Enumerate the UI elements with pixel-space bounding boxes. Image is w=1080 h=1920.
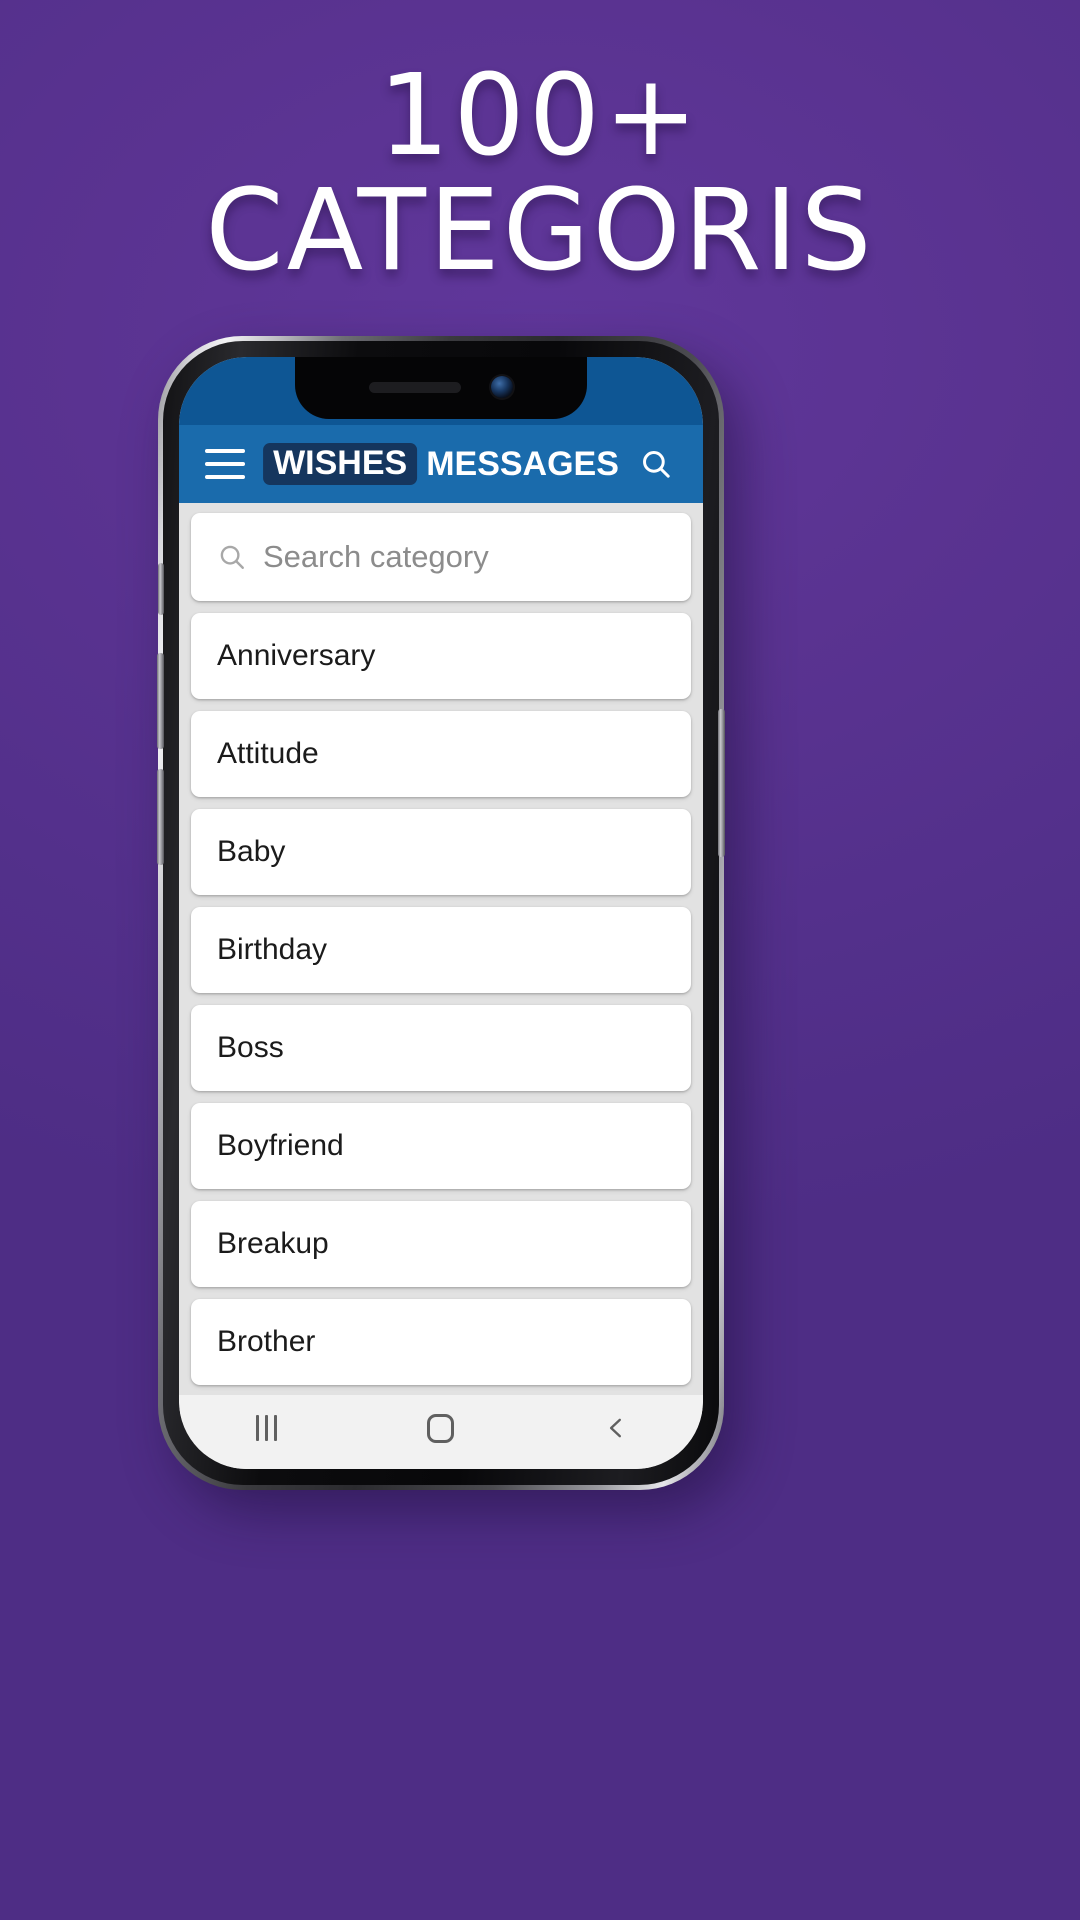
headline-line-2: CATEGORIS <box>205 165 875 296</box>
android-navigation-bar <box>179 1395 703 1469</box>
recents-bar <box>264 1415 268 1441</box>
recents-bar <box>255 1415 259 1441</box>
app-title: WISHES MESSAGES <box>263 443 619 485</box>
app-title-badge: WISHES <box>263 443 418 485</box>
category-label: Anniversary <box>217 639 376 672</box>
phone-screen: WISHES MESSAGES Search category Annivers… <box>179 357 703 1469</box>
category-label: Boss <box>217 1031 284 1064</box>
phone-inner-frame: WISHES MESSAGES Search category Annivers… <box>157 341 725 1485</box>
category-label: Birthday <box>217 933 328 966</box>
search-input[interactable]: Search category <box>191 513 691 601</box>
promo-stage: 100+ CATEGORIS WISHES MESSAGES Search ca… <box>0 0 1080 1920</box>
front-camera-icon <box>491 376 513 398</box>
phone-bezel: WISHES MESSAGES Search category Annivers… <box>179 357 703 1469</box>
category-label: Breakup <box>217 1227 329 1260</box>
list-item[interactable]: Birthday <box>191 907 691 993</box>
recents-glyph <box>255 1415 277 1441</box>
category-label: Baby <box>217 835 286 868</box>
category-label: Brother <box>217 1325 316 1358</box>
list-item[interactable]: Attitude <box>191 711 691 797</box>
headline-line-1: 100+ <box>378 51 702 181</box>
list-item[interactable]: Brother <box>191 1299 691 1385</box>
category-label: Boyfriend <box>217 1129 344 1162</box>
display-notch <box>295 357 587 419</box>
app-bar: WISHES MESSAGES <box>179 425 703 503</box>
home-glyph <box>427 1413 455 1443</box>
hamburger-bar <box>205 475 245 479</box>
category-label: Attitude <box>217 737 319 770</box>
status-bar <box>179 357 703 425</box>
category-list: Search category Anniversary Attitude Bab… <box>179 503 703 1395</box>
recents-bar <box>273 1415 277 1441</box>
hamburger-menu-icon[interactable] <box>205 449 245 479</box>
phone-outer-frame: WISHES MESSAGES Search category Annivers… <box>157 336 725 1490</box>
back-icon[interactable] <box>580 1405 652 1451</box>
search-icon <box>220 545 244 569</box>
promo-headline: 100+ CATEGORIS <box>0 51 1080 296</box>
volume-down-button[interactable] <box>157 769 164 865</box>
silent-switch[interactable] <box>158 563 164 615</box>
phone-mockup: WISHES MESSAGES Search category Annivers… <box>157 336 725 1490</box>
search-placeholder-text: Search category <box>263 539 489 574</box>
power-button[interactable] <box>718 709 725 857</box>
earpiece-speaker-icon <box>369 381 461 393</box>
list-item[interactable]: Boyfriend <box>191 1103 691 1189</box>
list-item[interactable]: Boss <box>191 1005 691 1091</box>
app-title-plain: MESSAGES <box>426 445 619 483</box>
list-item[interactable]: Breakup <box>191 1201 691 1287</box>
hamburger-bar <box>205 462 245 466</box>
recents-icon[interactable] <box>230 1405 302 1451</box>
search-icon[interactable] <box>635 443 677 485</box>
list-item[interactable]: Baby <box>191 809 691 895</box>
hamburger-bar <box>205 449 245 453</box>
home-icon[interactable] <box>405 1405 477 1451</box>
volume-up-button[interactable] <box>157 653 164 749</box>
list-item[interactable]: Anniversary <box>191 613 691 699</box>
